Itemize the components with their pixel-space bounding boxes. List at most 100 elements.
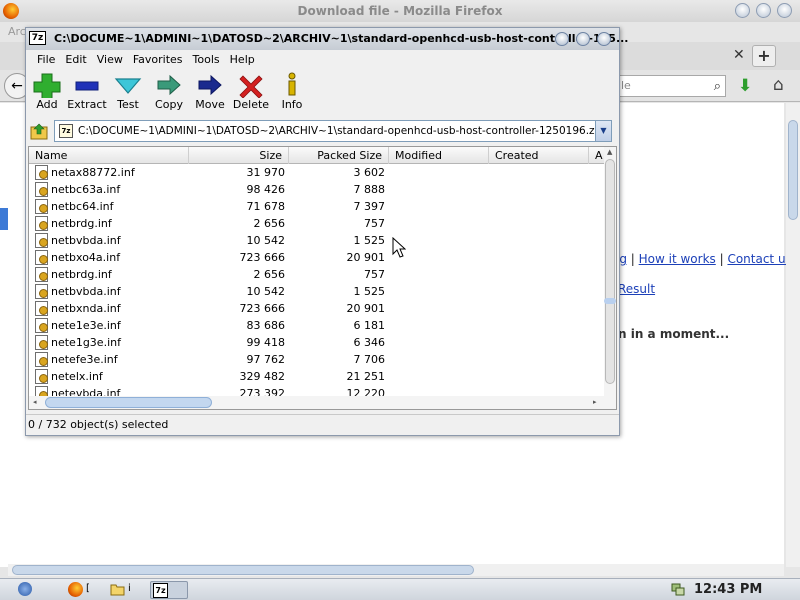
taskbar-item-7zip[interactable]: 7z xyxy=(150,581,188,599)
inf-file-icon xyxy=(35,216,48,231)
page-vertical-scroll-thumb[interactable] xyxy=(788,120,798,220)
taskbar-item-folder[interactable]: i xyxy=(108,581,142,599)
menu-tools[interactable]: Tools xyxy=(188,50,225,69)
menu-help[interactable]: Help xyxy=(225,50,260,69)
table-row[interactable]: netefe3e.inf 97 762 7 706 xyxy=(29,351,604,368)
folder-up-icon[interactable] xyxy=(30,122,48,140)
scroll-up-icon[interactable]: ▲ xyxy=(607,148,612,156)
table-row[interactable]: nete1e3e.inf 83 686 6 181 xyxy=(29,317,604,334)
taskbar-item-firefox[interactable]: [ xyxy=(66,581,96,599)
list-vertical-scroll-thumb[interactable] xyxy=(605,159,615,384)
7zip-maximize-icon[interactable] xyxy=(576,32,590,46)
7zip-toolbar: Add Extract Test Copy Move Delete Info xyxy=(26,70,619,116)
table-row[interactable]: netelx.inf 329 482 21 251 xyxy=(29,368,604,385)
address-combobox[interactable]: 7z C:\DOCUME~1\ADMINI~1\DATOSD~2\ARCHIV~… xyxy=(54,120,612,142)
7zip-close-icon[interactable] xyxy=(597,32,611,46)
clock[interactable]: 12:43 PM xyxy=(694,579,762,600)
7zip-titlebar[interactable]: 7z C:\DOCUME~1\ADMINI~1\DATOSD~2\ARCHIV~… xyxy=(26,28,629,50)
firefox-titlebar: Download file - Mozilla Firefox xyxy=(0,0,800,22)
scroll-right-icon[interactable]: ▸ xyxy=(593,398,597,406)
scroll-left-icon[interactable]: ◂ xyxy=(33,398,37,406)
file-name: netbc63a.inf xyxy=(51,183,121,196)
table-row[interactable]: netbrdg.inf 2 656 757 xyxy=(29,215,604,232)
delete-button[interactable]: Delete xyxy=(229,70,273,116)
inf-file-icon xyxy=(35,318,48,333)
move-button[interactable]: Move xyxy=(188,70,232,116)
table-row[interactable]: netbxo4a.inf 723 666 20 901 xyxy=(29,249,604,266)
extract-button[interactable]: Extract xyxy=(65,70,109,116)
add-button[interactable]: Add xyxy=(25,70,69,116)
inf-file-icon xyxy=(35,233,48,248)
file-size: 2 656 xyxy=(253,268,286,281)
result-link[interactable]: Result xyxy=(618,282,655,296)
table-row[interactable]: netbvbda.inf 10 542 1 525 xyxy=(29,232,604,249)
new-tab-button[interactable]: + xyxy=(752,45,776,67)
network-tray-icon[interactable] xyxy=(671,582,685,596)
7zip-minimize-icon[interactable] xyxy=(555,32,569,46)
copy-button[interactable]: Copy xyxy=(147,70,191,116)
search-value: le xyxy=(621,79,631,92)
menu-edit[interactable]: Edit xyxy=(60,50,91,69)
col-name[interactable]: Name xyxy=(29,147,189,164)
file-name: netbrdg.inf xyxy=(51,217,112,230)
start-menu-icon[interactable] xyxy=(18,582,32,596)
list-horizontal-scrollbar[interactable]: ◂ ▸ xyxy=(29,396,604,409)
contact-us-link[interactable]: Contact us xyxy=(727,252,791,266)
search-icon[interactable]: ⌕ xyxy=(714,77,721,96)
maximize-icon[interactable] xyxy=(756,3,771,18)
taskbar-item-folder-label: i xyxy=(128,583,131,594)
file-name: netbxo4a.inf xyxy=(51,251,121,264)
table-row[interactable]: netax88772.inf 31 970 3 602 xyxy=(29,164,604,181)
test-button[interactable]: Test xyxy=(106,70,150,116)
col-size[interactable]: Size xyxy=(189,147,289,164)
table-row[interactable]: netbc64.inf 71 678 7 397 xyxy=(29,198,604,215)
file-list[interactable]: Name Size Packed Size Modified Created A… xyxy=(28,146,617,410)
file-size: 723 666 xyxy=(239,302,286,315)
col-created[interactable]: Created xyxy=(489,147,589,164)
how-it-works-link[interactable]: How it works xyxy=(639,252,716,266)
menu-view[interactable]: View xyxy=(92,50,128,69)
file-packed-size: 7 888 xyxy=(353,183,386,196)
table-row[interactable]: netbxnda.inf 723 666 20 901 xyxy=(29,300,604,317)
chevron-down-icon[interactable]: ▼ xyxy=(595,121,611,141)
list-horizontal-scroll-thumb[interactable] xyxy=(45,397,212,408)
menu-favorites[interactable]: Favorites xyxy=(128,50,188,69)
inf-file-icon xyxy=(35,182,48,197)
table-row[interactable]: netbrdg.inf 2 656 757 xyxy=(29,266,604,283)
file-name: netelx.inf xyxy=(51,370,103,383)
menu-file[interactable]: File xyxy=(32,50,60,69)
inf-file-icon xyxy=(35,335,48,350)
inf-file-icon xyxy=(35,369,48,384)
file-size: 329 482 xyxy=(239,370,286,383)
download-icon[interactable]: ⬇ xyxy=(738,76,752,96)
firefox-logo-icon xyxy=(3,3,19,19)
col-packed-size[interactable]: Packed Size xyxy=(289,147,389,164)
mouse-cursor-icon xyxy=(392,237,406,258)
file-size: 10 542 xyxy=(246,285,286,298)
file-name: netefe3e.inf xyxy=(51,353,118,366)
minimize-icon[interactable] xyxy=(735,3,750,18)
table-row[interactable]: netbc63a.inf 98 426 7 888 xyxy=(29,181,604,198)
info-button[interactable]: Info xyxy=(270,70,314,116)
copy-label: Copy xyxy=(155,98,183,111)
file-packed-size: 7 706 xyxy=(353,353,386,366)
page-horizontal-scroll-thumb[interactable] xyxy=(12,565,474,575)
close-icon[interactable] xyxy=(777,3,792,18)
firefox-title: Download file - Mozilla Firefox xyxy=(297,4,503,18)
file-size: 723 666 xyxy=(239,251,286,264)
list-vertical-scrollbar[interactable]: ▲ xyxy=(604,147,616,409)
file-name: nete1e3e.inf xyxy=(51,319,121,332)
download-wait-text: n in a moment... xyxy=(618,327,730,341)
file-packed-size: 1 525 xyxy=(353,234,386,247)
file-size: 99 418 xyxy=(246,336,286,349)
home-icon[interactable]: ⌂ xyxy=(773,75,784,95)
table-row[interactable]: nete1g3e.inf 99 418 6 346 xyxy=(29,334,604,351)
address-text: C:\DOCUME~1\ADMINI~1\DATOSD~2\ARCHIV~1\s… xyxy=(78,125,608,137)
tab-close-icon[interactable]: ✕ xyxy=(733,47,745,63)
info-icon xyxy=(288,72,296,96)
col-modified[interactable]: Modified xyxy=(389,147,489,164)
search-input[interactable]: le ⌕ xyxy=(614,75,726,97)
table-row[interactable]: netbvbda.inf 10 542 1 525 xyxy=(29,283,604,300)
firefox-icon xyxy=(68,582,83,597)
inf-file-icon xyxy=(35,165,48,180)
